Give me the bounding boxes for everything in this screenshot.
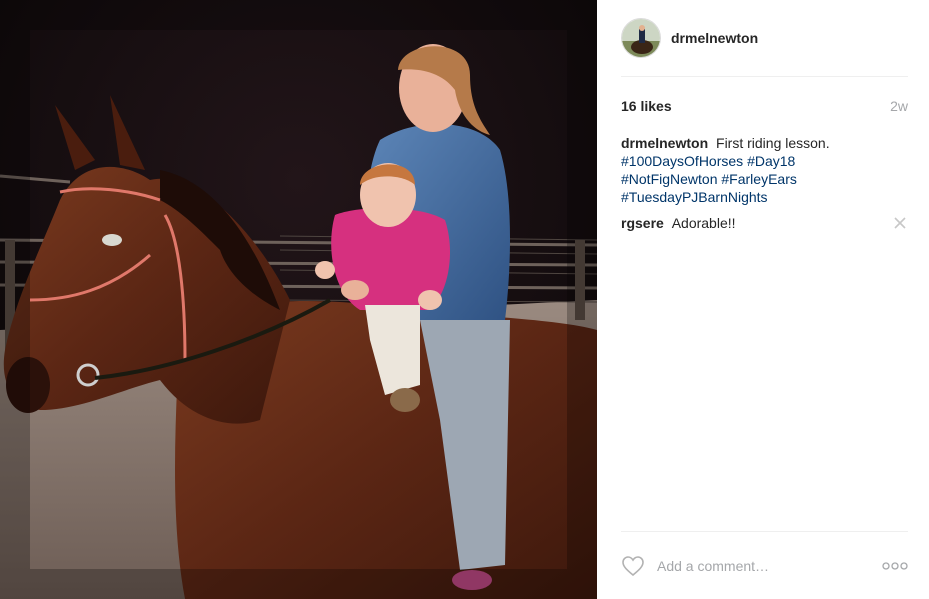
hashtag-link[interactable]: #NotFigNewton	[621, 171, 718, 187]
author-username[interactable]: drmelnewton	[671, 30, 758, 46]
add-comment-input[interactable]	[657, 550, 882, 581]
post-meta: 16 likes 2w	[621, 96, 908, 116]
post-header: drmelnewton	[621, 0, 908, 77]
post-photo-image	[0, 0, 597, 599]
post-side-panel: drmelnewton 16 likes 2w drmelnewton Firs…	[597, 0, 929, 599]
comment-author[interactable]: rgsere	[621, 215, 668, 231]
post-photo[interactable]	[0, 0, 597, 599]
caption: drmelnewton First riding lesson. #100Day…	[621, 134, 908, 206]
ellipsis-icon[interactable]	[882, 561, 908, 571]
post-footer	[621, 531, 908, 599]
caption-author[interactable]: drmelnewton	[621, 135, 712, 151]
comment-item: rgsere Adorable!!	[621, 214, 908, 232]
close-icon[interactable]	[892, 215, 908, 231]
post-modal: drmelnewton 16 likes 2w drmelnewton Firs…	[0, 0, 929, 599]
hashtag-link[interactable]: #Day18	[747, 153, 795, 169]
comment-text: Adorable!!	[671, 215, 736, 231]
hashtag-link[interactable]: #100DaysOfHorses	[621, 153, 743, 169]
avatar-photo-icon	[622, 19, 660, 57]
heart-outline-icon[interactable]	[621, 555, 645, 577]
comments-list: drmelnewton First riding lesson. #100Day…	[621, 134, 908, 232]
caption-text: First riding lesson.	[716, 135, 830, 151]
likes-count[interactable]: 16 likes	[621, 98, 672, 114]
post-timestamp[interactable]: 2w	[890, 98, 908, 114]
hashtag-link[interactable]: #FarleyEars	[721, 171, 796, 187]
author-avatar[interactable]	[621, 18, 661, 58]
hashtag-link[interactable]: #TuesdayPJBarnNights	[621, 189, 768, 205]
